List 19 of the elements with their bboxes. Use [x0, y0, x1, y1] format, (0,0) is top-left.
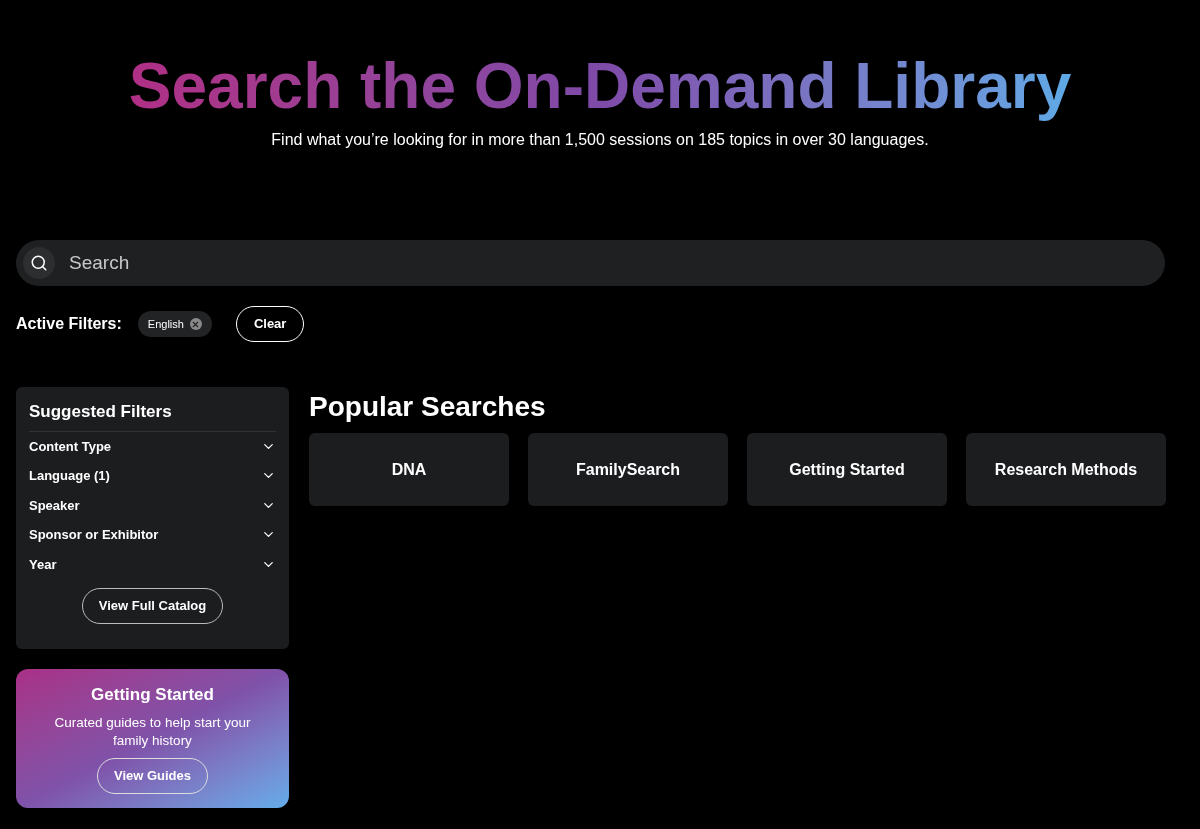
filter-item[interactable]: Speaker — [29, 490, 276, 520]
filter-chip[interactable]: English — [137, 311, 212, 337]
page-subtitle: Find what you’re looking for in more than 1,500 sessions on 185 topics in over 30 languages. — [271, 130, 929, 150]
promo-text: Curated guides to help start your family history — [53, 713, 252, 750]
active-filters-label: Active Filters: — [16, 314, 122, 334]
filter-item[interactable]: Sponsor or Exhibitor — [29, 520, 276, 550]
promo-title: Getting Started — [91, 684, 214, 706]
search-tile[interactable]: FamilySearch — [528, 433, 728, 506]
chip-label: English — [147, 316, 184, 332]
section-title: Popular Searches — [309, 390, 547, 424]
search-tile[interactable]: DNA — [309, 433, 509, 506]
remove-icon[interactable] — [189, 318, 202, 330]
filter-item[interactable]: Content Type — [29, 431, 276, 461]
search-tile[interactable]: Research Methods — [966, 433, 1166, 506]
panel-title: Suggested Filters — [29, 399, 276, 432]
filter-item[interactable]: Language (1) — [29, 461, 276, 491]
search-tile[interactable]: Getting Started — [747, 433, 947, 506]
search-field[interactable]: Search — [16, 240, 1165, 286]
filter-item[interactable]: Year — [29, 549, 276, 579]
